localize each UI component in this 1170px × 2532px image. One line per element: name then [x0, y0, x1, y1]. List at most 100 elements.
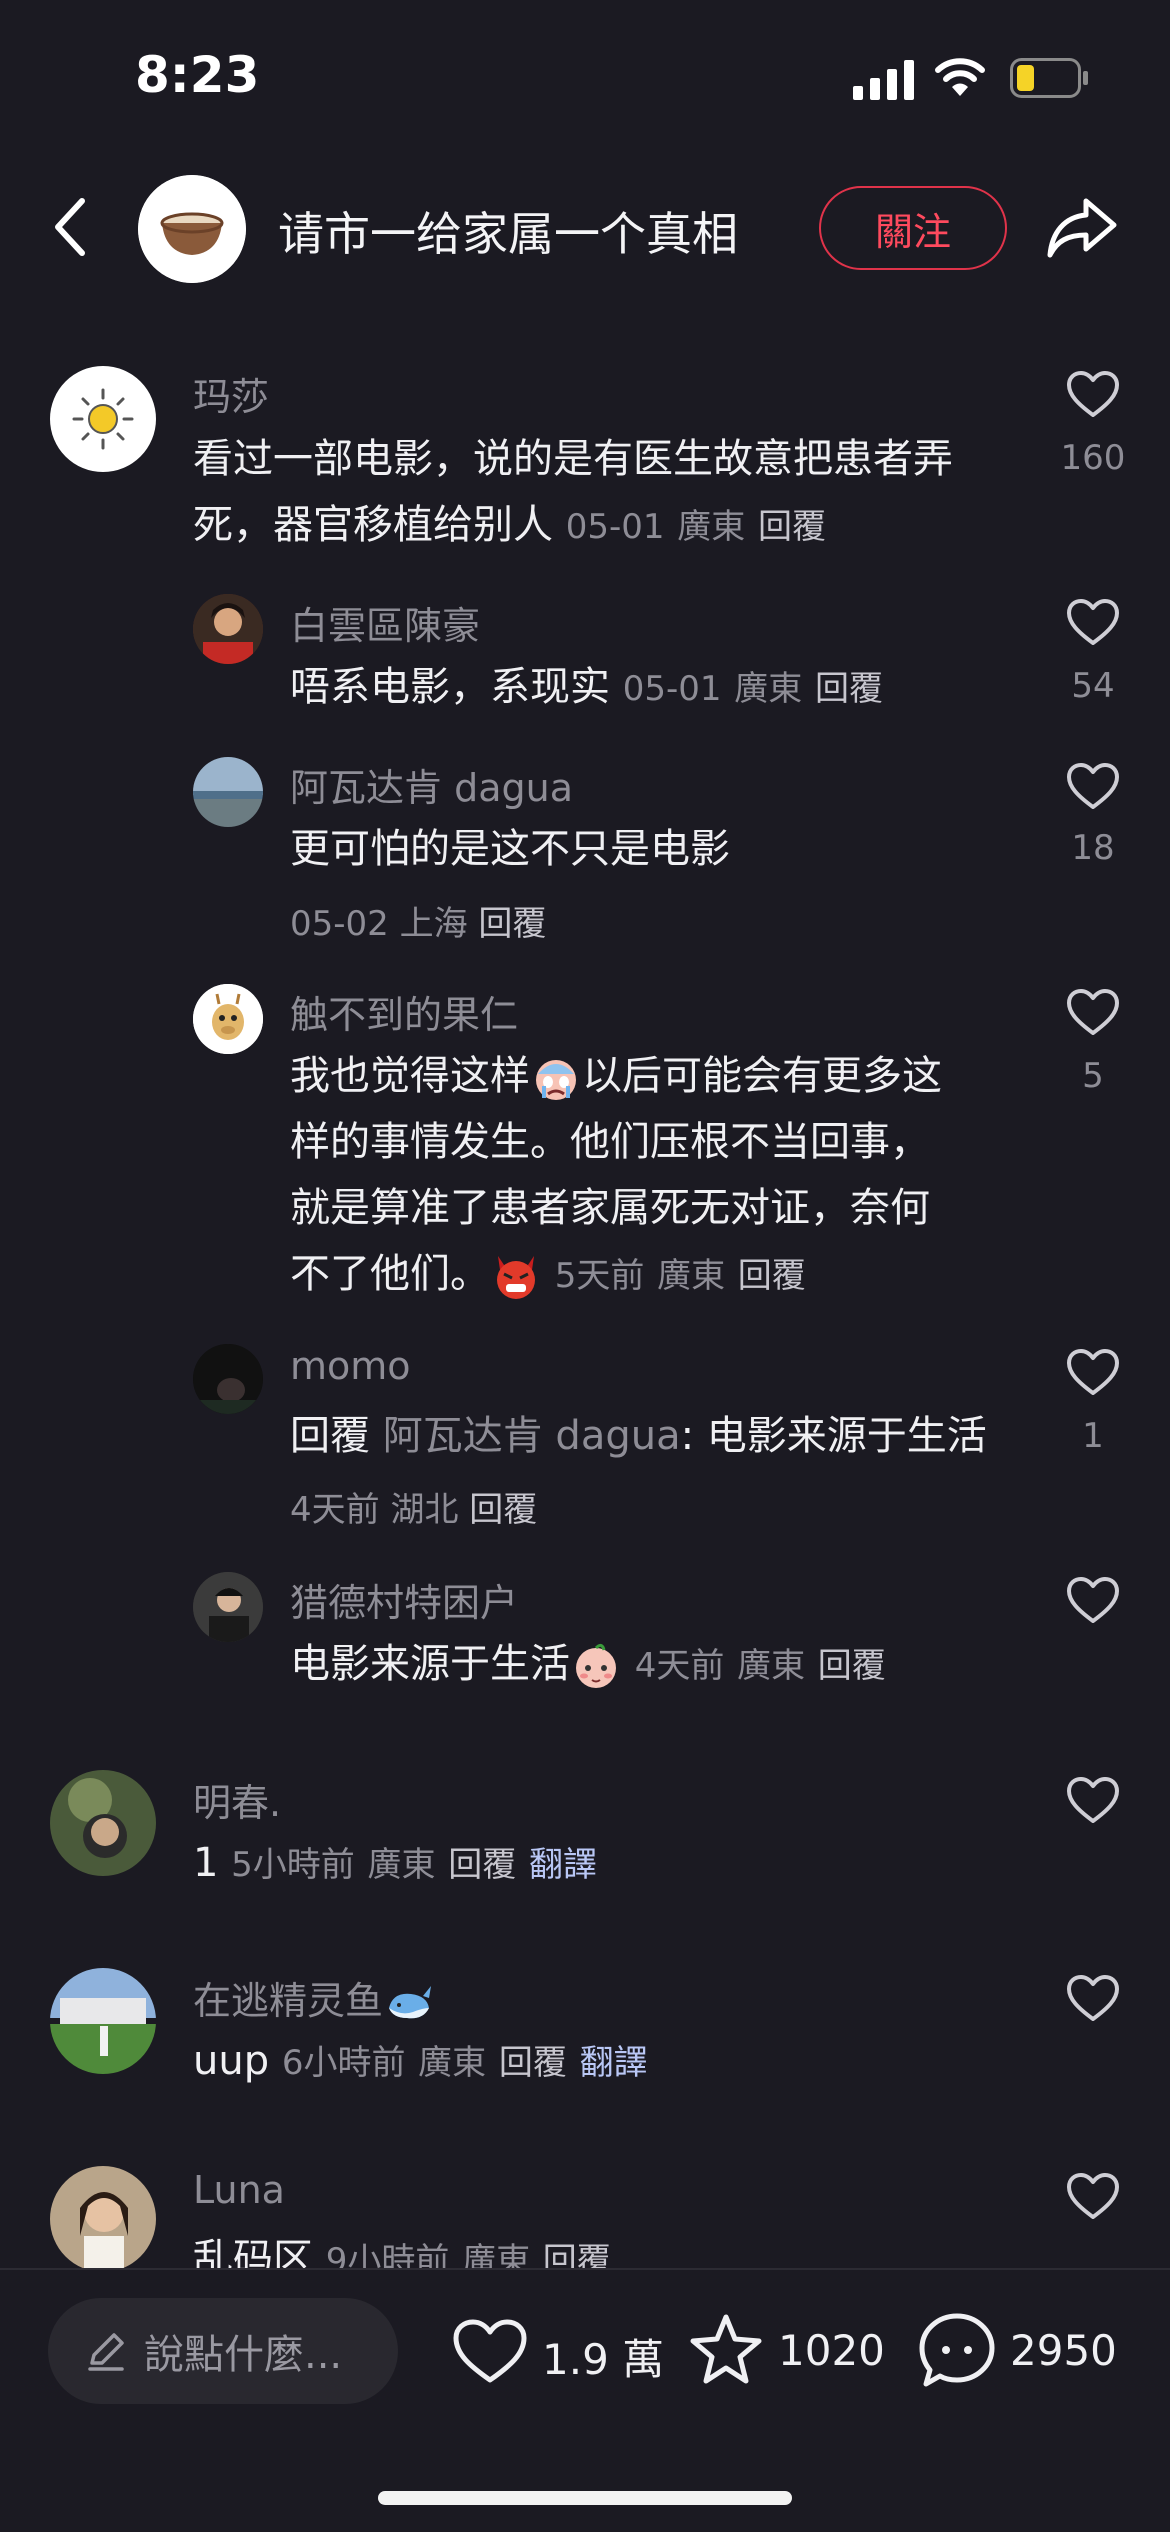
translate-button[interactable]: 翻譯 [580, 2043, 648, 2083]
like-count: 54 [1071, 666, 1115, 706]
comment-author[interactable]: 阿瓦达肯 dagua [290, 757, 573, 812]
like-count: 1.9 萬 [542, 2335, 665, 2384]
cartoon-giraffe-icon [193, 984, 263, 1054]
page-title: 请市一给家属一个真相 [278, 207, 738, 261]
like-count: 160 [1060, 438, 1126, 478]
comment-region: 廣東 [734, 669, 803, 709]
divider [0, 2268, 1170, 2270]
comment-text: 唔系电影，系现实 05-01 廣東 回覆 [290, 664, 883, 710]
wifi-icon [935, 58, 985, 96]
reply-button[interactable]: 回覆 [478, 904, 546, 944]
person-photo-icon [50, 1770, 156, 1876]
comment-author[interactable]: 触不到的果仁 [290, 984, 518, 1039]
like-count: 5 [1082, 1056, 1104, 1096]
avatar[interactable] [193, 594, 263, 664]
comment-text: 我也觉得这样 以后可能会有更多这 样的事情发生。他们压根不当回事， 就是算准了患者… [290, 1043, 1030, 1309]
star-icon[interactable] [688, 2312, 764, 2386]
comment-bubble-icon[interactable] [918, 2312, 996, 2388]
heart-icon[interactable] [1066, 598, 1120, 646]
battery-icon [1010, 58, 1088, 98]
heart-icon[interactable] [1066, 1974, 1120, 2022]
heart-icon[interactable] [1066, 370, 1120, 418]
comment-author[interactable]: momo [290, 1344, 411, 1388]
avatar[interactable] [50, 2166, 156, 2268]
heart-icon[interactable] [1066, 2172, 1120, 2220]
home-indicator [378, 2491, 792, 2505]
comment-region: 廣東 [737, 1646, 806, 1686]
coconut-bowl-icon [138, 175, 246, 283]
comment-author[interactable]: 猎德村特困户 [290, 1572, 518, 1627]
reply-button[interactable]: 回覆 [448, 1845, 516, 1885]
heart-icon[interactable] [1066, 1348, 1120, 1396]
comment-author[interactable]: Luna [193, 2168, 285, 2212]
reply-button[interactable]: 回覆 [818, 1646, 886, 1686]
follow-button[interactable]: 關注 [819, 186, 1007, 270]
person-photo-icon [50, 2166, 156, 2268]
comment-region: 廣東 [677, 507, 746, 547]
comment-date: 05-02 [290, 904, 389, 944]
avatar[interactable] [193, 1572, 263, 1642]
angry-devil-emoji-icon [497, 1256, 535, 1299]
whale-emoji-icon [389, 1985, 432, 2018]
comment-text: 看过一部电影，说的是有医生故意把患者弄 死，器官移植给别人 05-01 廣東 回… [193, 436, 953, 548]
comment-date: 05-01 [565, 507, 665, 547]
reply-target[interactable]: 阿瓦达肯 dagua [383, 1413, 681, 1459]
pencil-icon [88, 2333, 124, 2371]
status-time: 8:23 [135, 46, 260, 104]
heart-icon[interactable] [1066, 1576, 1120, 1624]
comment-date: 9小時前 [325, 2241, 450, 2268]
share-icon[interactable] [1046, 195, 1118, 259]
back-arrow-icon[interactable] [50, 195, 90, 260]
comment-date: 5天前 [554, 1256, 645, 1296]
translate-button[interactable]: 翻譯 [529, 1845, 597, 1885]
comment-text: uup 6小時前 廣東 回覆 翻譯 [193, 2038, 648, 2084]
heart-icon[interactable] [1066, 988, 1120, 1036]
avatar[interactable] [193, 757, 263, 827]
comment-text: 乱码区 9小時前 廣東 回覆 [193, 2226, 611, 2268]
comment-author[interactable]: 明春. [193, 1772, 281, 1827]
like-count: 18 [1071, 828, 1115, 868]
person-photo-icon [193, 1572, 263, 1642]
comment-text: 回覆 阿瓦达肯 dagua: 电影来源于生活 [290, 1413, 987, 1459]
avatar[interactable] [50, 1968, 156, 2074]
comment-region: 廣東 [462, 2241, 531, 2268]
avatar[interactable] [50, 366, 156, 472]
comment-author[interactable]: 白雲區陳豪 [290, 595, 480, 650]
comment-region: 廣東 [367, 1845, 436, 1885]
avatar[interactable] [193, 1344, 263, 1414]
favorite-count: 1020 [778, 2326, 885, 2375]
avatar[interactable] [193, 984, 263, 1054]
comment-author[interactable]: 在逃精灵鱼 [193, 1970, 435, 2030]
comment-region: 廣東 [657, 1256, 726, 1296]
comment-region: 湖北 [390, 1490, 459, 1530]
comment-input[interactable]: 說點什麼... [48, 2298, 398, 2404]
comment-input-placeholder: 說點什麼... [144, 2332, 343, 2378]
shy-emoji-icon [576, 1643, 616, 1688]
comment-meta: 05-02 上海 回覆 [290, 896, 546, 945]
comment-text: 电影来源于生活 4天前 廣東 回覆 [290, 1631, 886, 1699]
sun-icon [72, 388, 134, 450]
reply-button[interactable]: 回覆 [469, 1490, 537, 1530]
comment-author[interactable]: 玛莎 [193, 366, 269, 421]
reply-button[interactable]: 回覆 [815, 669, 883, 709]
avatar[interactable] [50, 1770, 156, 1876]
beach-photo-icon [193, 757, 263, 827]
heart-icon[interactable] [1066, 762, 1120, 810]
like-count: 1 [1082, 1416, 1104, 1456]
comment-date: 4天前 [634, 1646, 725, 1686]
reply-button[interactable]: 回覆 [499, 2043, 567, 2083]
heart-icon[interactable] [1066, 1776, 1120, 1824]
reply-button[interactable]: 回覆 [758, 507, 826, 547]
like-icon[interactable] [452, 2318, 528, 2384]
reply-button[interactable]: 回覆 [738, 1256, 806, 1296]
cellular-signal-icon [853, 60, 914, 100]
comment-date: 4天前 [290, 1490, 380, 1530]
comment-region: 廣東 [418, 2043, 487, 2083]
comment-text: 更可怕的是这不只是电影 [290, 826, 730, 872]
channel-avatar[interactable] [138, 175, 246, 283]
reply-button[interactable]: 回覆 [543, 2241, 611, 2268]
comment-date: 5小時前 [231, 1845, 355, 1885]
person-photo-icon [193, 594, 263, 664]
comment-date: 05-01 [622, 669, 722, 709]
comment-count: 2950 [1010, 2326, 1117, 2375]
